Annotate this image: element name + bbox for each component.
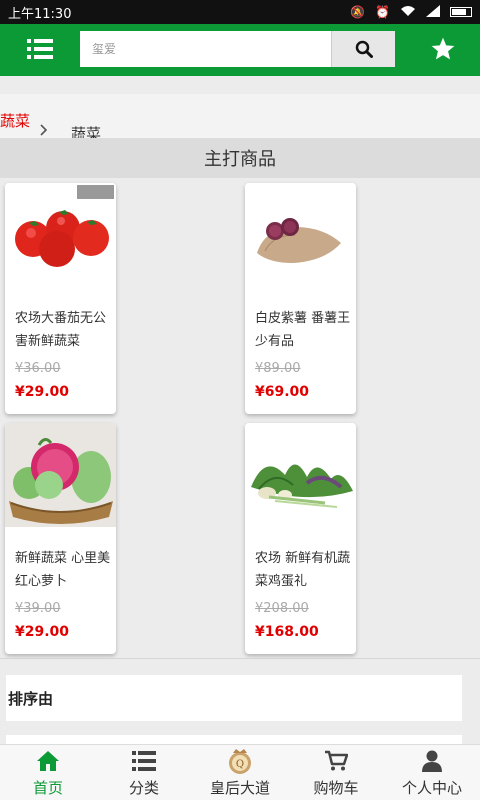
list-menu-icon	[27, 39, 53, 59]
product-card[interactable]: 农场大番茄无公害新鲜蔬菜 ¥36.00 ¥29.00	[5, 183, 116, 414]
sweet-potato-image	[245, 183, 356, 287]
tomato-image	[5, 183, 116, 287]
cart-icon	[325, 750, 348, 771]
product-old-price: ¥208.00	[255, 601, 309, 616]
nav-cart-label: 购物车	[313, 779, 359, 797]
greens-image	[245, 423, 356, 527]
nav-queen-road-label: 皇后大道	[209, 779, 270, 797]
nav-profile-label: 个人中心	[401, 779, 462, 797]
search-bar	[80, 31, 395, 67]
nav-category[interactable]: 分类	[96, 745, 192, 800]
product-price: ¥69.00	[255, 384, 310, 400]
menu-button[interactable]	[0, 24, 80, 74]
search-input[interactable]	[80, 31, 331, 67]
mute-icon: 🔕	[350, 5, 366, 19]
section-title: 主打商品	[0, 138, 480, 178]
breadcrumb-home-link[interactable]: 蔬菜	[0, 110, 30, 131]
product-card[interactable]: 农场 新鲜有机蔬菜鸡蛋礼 ¥208.00 ¥168.00	[245, 423, 356, 654]
queen-logo-icon: Q	[229, 749, 251, 774]
status-bar: 上午11:30 🔕 ⏰	[0, 0, 480, 24]
section-divider	[0, 658, 480, 659]
product-card[interactable]: 新鲜蔬菜 心里美红心萝卜 ¥39.00 ¥29.00	[5, 423, 116, 654]
breadcrumb: 蔬菜 蔬菜	[0, 94, 480, 143]
sort-selector[interactable]: 排序由	[6, 675, 462, 721]
status-time: 上午11:30	[8, 6, 72, 22]
bottom-nav: 首页 分类 Q 皇后大道 购物车 个人中心	[0, 744, 480, 800]
product-price: ¥29.00	[15, 384, 70, 400]
battery-icon	[450, 7, 472, 17]
product-old-price: ¥36.00	[15, 361, 61, 376]
radish-image	[5, 423, 116, 527]
home-icon	[37, 751, 59, 771]
product-price: ¥168.00	[255, 624, 319, 640]
product-name[interactable]: 农场 新鲜有机蔬菜鸡蛋礼	[255, 547, 351, 593]
product-card[interactable]: 白皮紫薯 番薯王 少有品 ¥89.00 ¥69.00	[245, 183, 356, 414]
wifi-icon	[400, 5, 416, 20]
sort-label: 排序由	[8, 689, 54, 708]
nav-category-label: 分类	[128, 779, 159, 797]
search-button[interactable]	[331, 31, 395, 67]
product-price: ¥29.00	[15, 624, 70, 640]
svg-text:Q: Q	[236, 759, 244, 770]
nav-profile[interactable]: 个人中心	[384, 745, 480, 800]
header-divider	[0, 74, 480, 76]
product-name[interactable]: 白皮紫薯 番薯王 少有品	[255, 307, 351, 353]
list-icon	[132, 751, 156, 771]
chevron-right-icon	[40, 124, 48, 136]
status-icons: 🔕 ⏰	[350, 4, 472, 20]
product-old-price: ¥89.00	[255, 361, 301, 376]
favorite-button[interactable]	[428, 34, 458, 64]
nav-home-label: 首页	[32, 779, 63, 797]
product-name[interactable]: 农场大番茄无公害新鲜蔬菜	[15, 307, 111, 353]
app-header	[0, 24, 480, 74]
nav-queen-road[interactable]: Q 皇后大道	[192, 745, 288, 800]
product-old-price: ¥39.00	[15, 601, 61, 616]
alarm-icon: ⏰	[375, 5, 390, 19]
search-icon	[355, 40, 373, 58]
user-icon	[422, 750, 442, 772]
signal-icon	[426, 4, 440, 20]
star-icon	[431, 37, 455, 60]
nav-home[interactable]: 首页	[0, 745, 96, 800]
product-name[interactable]: 新鲜蔬菜 心里美红心萝卜	[15, 547, 111, 593]
nav-cart[interactable]: 购物车	[288, 745, 384, 800]
